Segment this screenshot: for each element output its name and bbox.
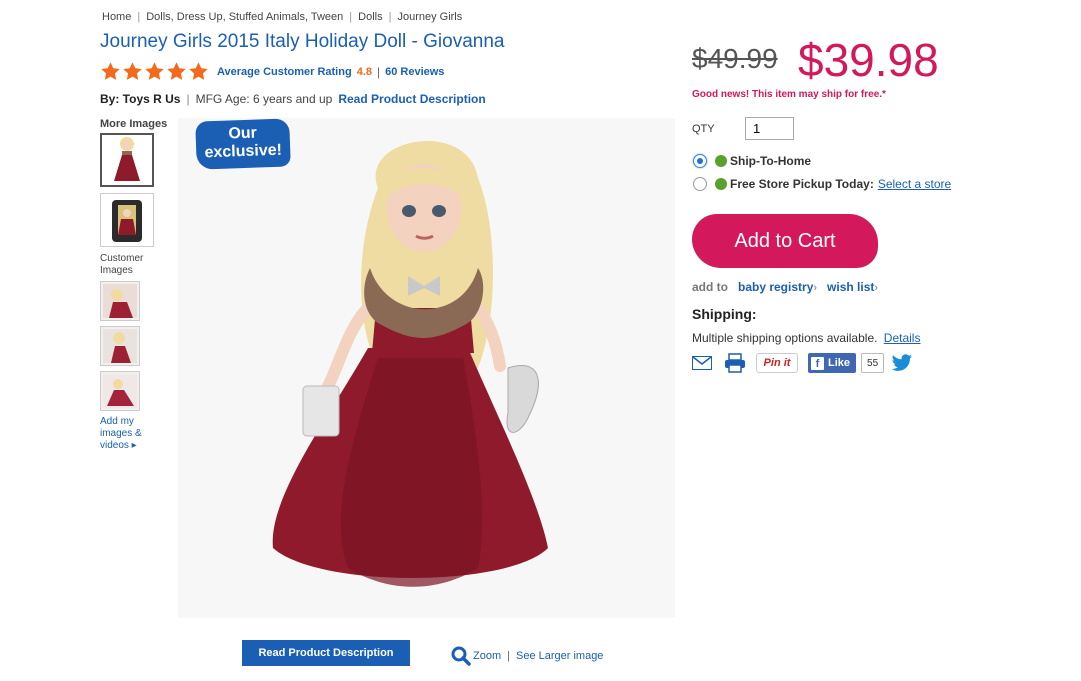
- exclusive-badge: Our exclusive!: [195, 118, 291, 170]
- product-meta: By: Toys R Us | MFG Age: 6 years and up …: [100, 92, 486, 106]
- mfg-age: MFG Age: 6 years and up: [195, 92, 333, 106]
- average-rating-label[interactable]: Average Customer Rating: [217, 66, 352, 78]
- wish-list-link[interactable]: wish list›: [827, 280, 878, 294]
- rating-row: Average Customer Rating 4.8 | 60 Reviews: [100, 61, 444, 82]
- thumbnail-column: More Images Customer Images Add my image…: [100, 118, 170, 452]
- shipping-details-link[interactable]: Details: [884, 331, 921, 345]
- star-icon: [123, 62, 142, 80]
- customer-photo-icon: [103, 284, 137, 318]
- breadcrumb-category[interactable]: Dolls, Dress Up, Stuffed Animals, Tween: [146, 11, 343, 23]
- see-larger-image-link[interactable]: See Larger image: [516, 650, 603, 662]
- baby-registry-label: baby registry: [738, 280, 814, 294]
- add-to-row: add to baby registry› wish list›: [692, 280, 888, 294]
- product-title: Journey Girls 2015 Italy Holiday Doll - …: [100, 31, 505, 52]
- shipping-options-text: Multiple shipping options available.: [692, 331, 878, 345]
- breadcrumb-separator: |: [388, 11, 392, 23]
- chevron-right-icon: ›: [874, 282, 879, 294]
- star-rating[interactable]: [100, 61, 209, 82]
- star-icon: [145, 62, 164, 80]
- print-icon[interactable]: [724, 353, 746, 373]
- breadcrumb-dolls[interactable]: Dolls: [358, 11, 382, 23]
- brand-label: By: Toys R Us: [100, 92, 181, 106]
- rating-value: 4.8: [356, 65, 372, 78]
- doll-box-thumbnail-icon: [112, 200, 142, 242]
- wish-list-label: wish list: [827, 280, 875, 294]
- star-icon: [167, 62, 186, 80]
- doll-image: [272, 140, 548, 587]
- chevron-right-icon: ›: [813, 282, 818, 294]
- read-description-button[interactable]: Read Product Description: [242, 640, 410, 666]
- customer-image-1[interactable]: [100, 281, 140, 321]
- breadcrumb-separator: |: [137, 11, 141, 23]
- store-pickup-radio[interactable]: [693, 177, 707, 191]
- free-shipping-note: Good news! This item may ship for free.*: [692, 89, 886, 100]
- customer-image-3[interactable]: [100, 371, 140, 411]
- more-images-label: More Images: [100, 118, 168, 130]
- customer-image-2[interactable]: [100, 326, 140, 366]
- qty-label: QTY: [692, 123, 715, 135]
- email-icon[interactable]: [692, 356, 712, 370]
- customer-images-label: Customer Images: [100, 253, 144, 276]
- ship-to-home-label: Ship-To-Home: [730, 154, 812, 168]
- separator: |: [507, 650, 510, 662]
- add-to-cart-button[interactable]: Add to Cart: [692, 214, 878, 268]
- facebook-like-button[interactable]: f Like: [808, 353, 857, 373]
- select-store-link[interactable]: Select a store: [878, 177, 951, 191]
- reviews-link[interactable]: 60 Reviews: [385, 66, 444, 78]
- like-count: 55: [861, 353, 885, 373]
- star-icon: [189, 62, 208, 80]
- star-icon: [101, 62, 120, 80]
- store-pickup-label: Free Store Pickup Today:: [730, 177, 874, 191]
- read-description-link[interactable]: Read Product Description: [338, 92, 485, 106]
- check-icon: [715, 178, 727, 190]
- baby-registry-link[interactable]: baby registry›: [738, 280, 817, 294]
- breadcrumb: Home | Dolls, Dress Up, Stuffed Animals,…: [102, 11, 462, 23]
- shipping-heading: Shipping:: [692, 306, 757, 322]
- quantity-input[interactable]: [745, 117, 794, 140]
- customer-photo-icon: [103, 374, 137, 408]
- twitter-icon[interactable]: [891, 354, 913, 372]
- pinterest-button[interactable]: Pin it: [756, 353, 798, 373]
- thumbnail-doll-box[interactable]: [100, 193, 154, 247]
- ship-to-home-radio[interactable]: [693, 154, 707, 168]
- customer-photo-icon: [103, 329, 137, 363]
- breadcrumb-separator: |: [349, 11, 353, 23]
- sale-price: $39.98: [798, 34, 939, 86]
- separator: |: [376, 64, 381, 79]
- breadcrumb-home[interactable]: Home: [102, 11, 131, 23]
- ship-to-home-option[interactable]: Ship-To-Home: [693, 154, 811, 168]
- shipping-text: Multiple shipping options available. Det…: [692, 331, 920, 345]
- thumbnail-doll-front[interactable]: [100, 133, 154, 187]
- main-product-image[interactable]: [178, 118, 675, 618]
- facebook-icon: f: [811, 356, 824, 370]
- add-to-label: add to: [692, 280, 728, 294]
- zoom-link[interactable]: Zoom: [473, 650, 501, 662]
- share-row: Pin it f Like 55: [692, 353, 913, 373]
- separator: |: [186, 92, 190, 106]
- magnifier-icon[interactable]: [451, 646, 471, 666]
- original-price: $49.99: [692, 43, 778, 74]
- store-pickup-option[interactable]: Free Store Pickup Today: Select a store: [693, 177, 951, 191]
- zoom-row: Zoom | See Larger image: [451, 646, 603, 666]
- check-icon: [715, 155, 727, 167]
- like-label: Like: [828, 357, 851, 369]
- breadcrumb-journey-girls[interactable]: Journey Girls: [397, 11, 462, 23]
- add-my-images-link[interactable]: Add my images & videos ▸: [100, 416, 160, 452]
- doll-thumbnail-icon: [114, 137, 140, 181]
- badge-line-2: exclusive!: [204, 141, 283, 162]
